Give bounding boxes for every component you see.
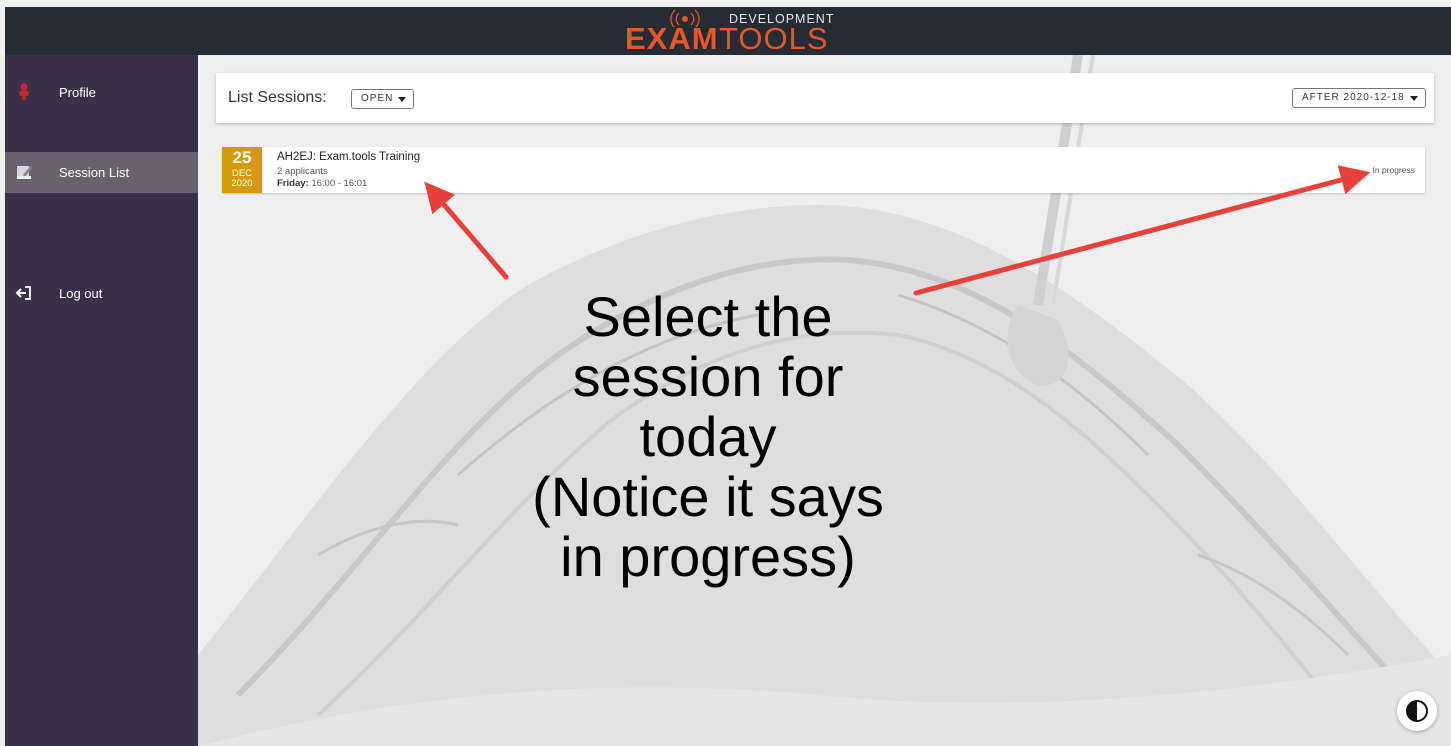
logo-exam-text: EXAM [625, 21, 719, 56]
session-date-badge: 25 DEC 2020 [222, 147, 262, 193]
main-content: List Sessions: OPEN AFTER 2020-12-18 25 … [198, 55, 1451, 746]
session-applicants: 2 applicants [277, 166, 328, 177]
status-filter-value: OPEN [361, 93, 394, 104]
caret-down-icon [1409, 96, 1418, 101]
list-sessions-header: List Sessions: OPEN AFTER 2020-12-18 [216, 73, 1434, 123]
session-time: Friday: 16:00 - 16:01 [277, 178, 367, 189]
annotation-line: today [639, 405, 777, 468]
annotation-line: (Notice it says [532, 465, 884, 528]
top-bar: EXAM TOOLS DEVELOPMENT [5, 7, 1451, 56]
session-year: 2020 [231, 178, 253, 189]
session-time-range: 16:00 - 16:01 [311, 178, 368, 189]
sidebar-item-label: Log out [59, 286, 103, 301]
app-window: EXAM TOOLS DEVELOPMENT Profile Session L… [5, 7, 1451, 746]
logout-icon [15, 286, 31, 300]
annotation-line: in progress) [560, 525, 856, 588]
annotation-text: Select the session for today (Notice it … [453, 287, 963, 587]
sidebar-item-profile[interactable]: Profile [5, 72, 198, 113]
sidebar-item-label: Profile [59, 85, 96, 100]
session-list-icon [17, 166, 32, 179]
date-filter-dropdown[interactable]: AFTER 2020-12-18 [1292, 88, 1426, 108]
theme-toggle-button[interactable] [1397, 691, 1437, 731]
annotation-line: Select the [583, 285, 833, 348]
session-row[interactable]: 25 DEC 2020 AH2EJ: Exam.tools Training 2… [222, 147, 1425, 193]
sidebar-item-session-list[interactable]: Session List [5, 152, 198, 193]
sidebar-item-label: Session List [59, 165, 130, 180]
profile-icon [19, 83, 29, 101]
caret-down-icon [398, 97, 407, 102]
date-filter-value: AFTER 2020-12-18 [1302, 92, 1405, 103]
annotation-line: session for [572, 345, 844, 408]
session-day: 25 [232, 148, 252, 167]
status-filter-dropdown[interactable]: OPEN [351, 89, 415, 109]
contrast-icon [1406, 700, 1428, 722]
session-weekday: Friday: [277, 178, 309, 189]
session-title: AH2EJ: Exam.tools Training [277, 151, 421, 163]
app-logo[interactable]: EXAM TOOLS DEVELOPMENT [625, 9, 835, 56]
sidebar-item-logout[interactable]: Log out [5, 273, 198, 314]
environment-badge: DEVELOPMENT [729, 12, 835, 26]
sidebar: Profile Session List Log out [5, 55, 198, 746]
list-sessions-title: List Sessions: [228, 89, 327, 106]
session-status: In progress [1372, 165, 1415, 175]
logo-tools-text: TOOLS [719, 21, 829, 56]
